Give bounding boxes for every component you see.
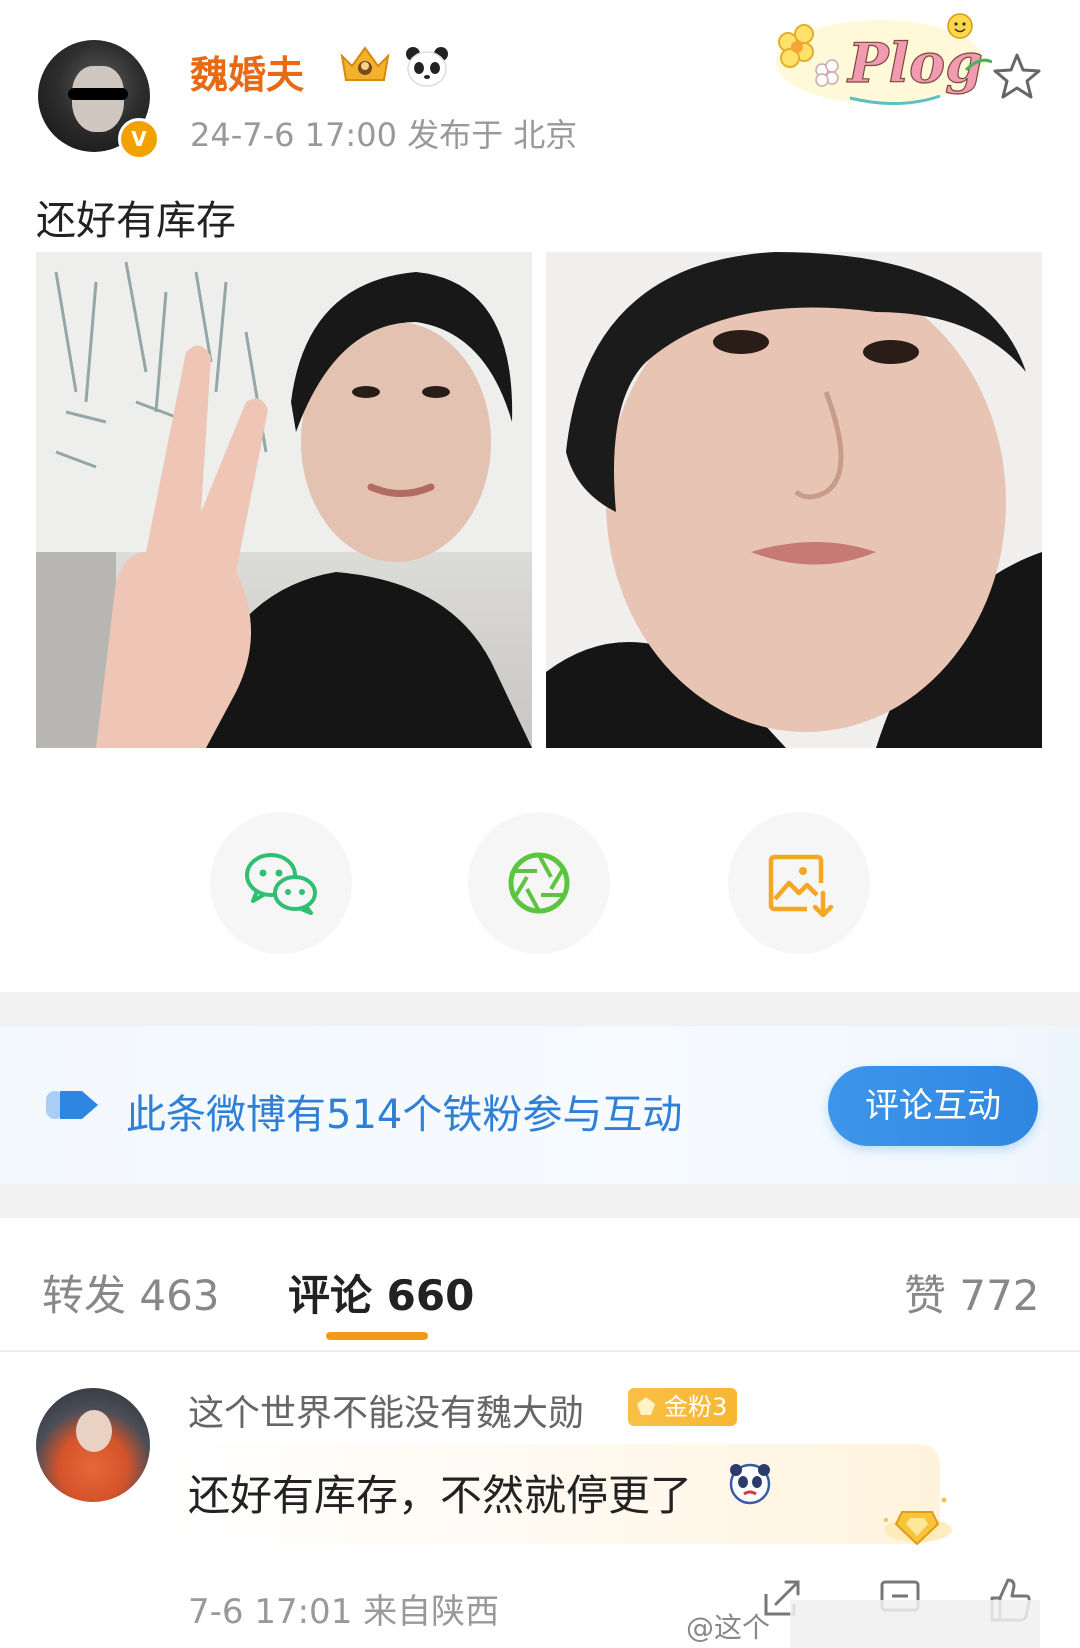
section-divider: [0, 1184, 1080, 1218]
save-image-button[interactable]: [728, 812, 870, 954]
gold-fan-decoration-icon: [884, 1497, 952, 1546]
post-image-1[interactable]: [36, 252, 532, 748]
comment-text: 还好有库存，不然就停更了: [188, 1471, 693, 1520]
post-text: 还好有库存: [36, 198, 236, 244]
crown-icon: [340, 46, 390, 81]
post-image-2[interactable]: [546, 252, 1042, 748]
save-image-icon: [768, 854, 834, 918]
wechat-icon: [245, 853, 317, 915]
tabs-border: [0, 1350, 1080, 1352]
commenter-name[interactable]: 这个世界不能没有魏大勋: [188, 1384, 584, 1436]
tab-repost[interactable]: 转发 463: [42, 1262, 220, 1323]
moments-icon: [508, 852, 570, 914]
share-wechat-button[interactable]: [210, 812, 352, 954]
active-tab-indicator: [326, 1332, 428, 1340]
comment-meta: 7-6 17:01 来自陕西: [188, 1592, 500, 1632]
plog-sticker: Plog: [776, 13, 992, 105]
commenter-avatar[interactable]: [36, 1388, 150, 1502]
sticker-text: Plog: [846, 31, 983, 95]
post-meta: 24-7-6 17:00 发布于 北京: [190, 116, 578, 154]
comment-interact-button[interactable]: 评论互动: [828, 1066, 1038, 1146]
panda-icon: [406, 47, 448, 87]
watermark-text: @这个: [686, 1611, 771, 1644]
author-name[interactable]: 魏婚夫: [190, 44, 304, 99]
fan-level-badge: 金粉3: [628, 1388, 738, 1426]
fan-badge-icon: [637, 1397, 655, 1415]
verified-icon: V: [118, 118, 160, 160]
fans-banner-icon: [46, 1091, 98, 1119]
section-divider: [0, 992, 1080, 1026]
fans-banner-text: 此条微博有514个铁粉参与互动: [126, 1092, 683, 1138]
watermark-overlay: [790, 1600, 1040, 1648]
fan-badge-label: 金粉3: [664, 1393, 728, 1421]
star-icon[interactable]: [992, 52, 1042, 100]
share-moments-button[interactable]: [468, 812, 610, 954]
panda-emoji-icon: [729, 1463, 771, 1505]
tab-like[interactable]: 赞 772: [904, 1262, 1040, 1323]
tab-comment[interactable]: 评论 660: [288, 1262, 474, 1323]
